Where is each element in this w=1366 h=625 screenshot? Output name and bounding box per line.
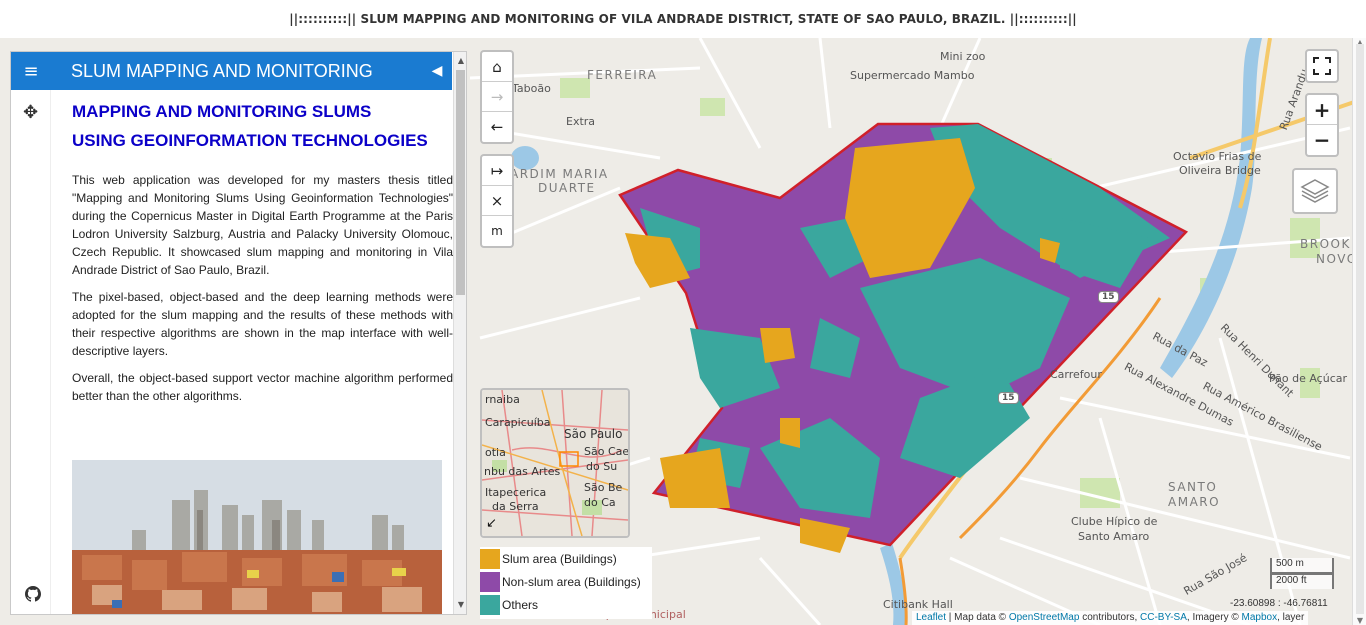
github-icon[interactable] (25, 586, 41, 602)
zoom-out-button[interactable]: − (1307, 125, 1337, 155)
map-label: Mini zoo (940, 50, 986, 63)
fullscreen-control (1305, 49, 1339, 83)
leaflet-link[interactable]: Leaflet (916, 612, 946, 623)
minimap-label: do Su (586, 460, 618, 473)
layers-icon (1300, 179, 1330, 203)
legend-label: Slum area (Buildings) (502, 551, 617, 566)
clear-icon[interactable]: × (482, 186, 512, 216)
map-label: Taboão (512, 82, 551, 95)
measure-distance-icon[interactable]: ↦ (482, 156, 512, 186)
legend-swatch (480, 594, 500, 615)
scroll-down-icon[interactable]: ▼ (1353, 616, 1366, 625)
map-label: Extra (566, 115, 596, 128)
scrollbar-thumb[interactable] (456, 70, 465, 295)
attribution-text: , layer (1277, 612, 1305, 623)
legend-item: Slum area (Buildings) (480, 547, 652, 570)
scale-metric: 500 m (1270, 558, 1334, 574)
unit-m-icon[interactable]: m (482, 216, 512, 246)
legend-item: Non-slum area (Buildings) (480, 570, 652, 593)
minimap-label: Carapicuíba (485, 416, 551, 429)
scroll-down-icon[interactable]: ▼ (454, 598, 466, 612)
osm-link[interactable]: OpenStreetMap (1009, 612, 1080, 623)
slum-photo (72, 460, 442, 614)
measure-controls: ↦ × m (480, 154, 514, 248)
scroll-up-icon[interactable]: ▲ (454, 54, 466, 68)
route-shield: 15 (998, 392, 1019, 404)
page-scrollbar-thumb[interactable] (1356, 44, 1364, 614)
minimap-label: São Paulo (564, 427, 623, 441)
caret-left-icon[interactable]: ◀ (422, 63, 452, 79)
legend-item: Others (480, 593, 652, 616)
page-title: ||::::::::::|| SLUM MAPPING AND MONITORI… (0, 0, 1366, 38)
map-label: DUARTE (538, 181, 596, 195)
page-scrollbar[interactable]: ▲ ▼ (1352, 38, 1366, 625)
legend-label: Non-slum area (Buildings) (502, 574, 641, 589)
minimap[interactable]: rnaiba Carapicuíba São Paulo otia São Ca… (480, 388, 630, 538)
minimap-label: São Be (584, 481, 623, 494)
hamburger-icon[interactable]: ≡ (11, 52, 51, 90)
zoom-control: + − (1305, 93, 1339, 157)
map-label: Carrefour (1050, 368, 1102, 381)
map-label: Clube Hípico de (1071, 515, 1158, 528)
history-controls: ⌂ → ← (480, 50, 514, 144)
minimap-label: do Ca (584, 496, 616, 509)
minimap-label: rnaiba (485, 393, 520, 406)
map-label: Supermercado Mambo (850, 69, 975, 82)
map-label: FERREIRA (587, 68, 658, 82)
minimap-collapse-icon[interactable]: ↙ (486, 516, 497, 531)
attribution-text: , Imagery © (1186, 612, 1242, 623)
zoom-in-button[interactable]: + (1307, 95, 1337, 125)
minimap-label: otia (485, 446, 506, 459)
home-icon[interactable]: ⌂ (482, 52, 512, 82)
sidebar-panel: ≡ SLUM MAPPING AND MONITORING ◀ ✥ MAPPIN… (10, 51, 467, 615)
map-label: Oliveira Bridge (1179, 164, 1261, 177)
content-paragraph: The pixel-based, object-based and the de… (72, 290, 453, 358)
content-heading: MAPPING AND MONITORING SLUMS (72, 102, 372, 121)
map-label: AMARO (1168, 495, 1221, 509)
minimap-label: Itapecerica (485, 486, 547, 499)
scale-imperial: 2000 ft (1270, 573, 1334, 589)
route-shield: 15 (1098, 291, 1119, 303)
license-link[interactable]: CC-BY-SA (1140, 612, 1187, 623)
sidebar-content: MAPPING AND MONITORING SLUMS USING GEOIN… (72, 97, 453, 405)
fullscreen-icon[interactable] (1307, 51, 1337, 81)
attribution-text: contributors, (1079, 612, 1141, 623)
map-label: ARDIM MARIA (510, 167, 609, 181)
scale-bar: 500 m 2000 ft (1270, 558, 1334, 589)
move-arrows-icon[interactable]: ✥ (23, 102, 38, 123)
map-label: Octavio Frias de (1173, 150, 1262, 163)
content-paragraph: This web application was developed for m… (72, 173, 453, 277)
map-label: Santo Amaro (1078, 530, 1150, 543)
arrow-right-icon[interactable]: → (482, 82, 512, 112)
map-attribution: Leaflet | Map data © OpenStreetMap contr… (912, 611, 1309, 625)
map-legend: Slum area (Buildings) Non-slum area (Bui… (480, 547, 652, 619)
legend-label: Others (502, 597, 539, 612)
map-label: SANTO (1168, 480, 1218, 494)
minimap-label: da Serra (492, 500, 539, 513)
content-paragraph: Overall, the object-based support vector… (72, 371, 453, 403)
sidebar-tabs (11, 52, 51, 614)
minimap-label: nbu das Artes (484, 465, 561, 478)
mouse-coordinates: -23.60898 : -46.76811 (1230, 598, 1328, 609)
attribution-text: | Map data © (946, 612, 1009, 623)
minimap-label: São Cae (584, 445, 630, 458)
sidebar-scrollbar[interactable]: ▲ ▼ (453, 52, 466, 614)
map-label: Citibank Hall (883, 598, 953, 611)
map-label: BROOKL (1300, 237, 1360, 251)
sidebar-header: ≡ SLUM MAPPING AND MONITORING ◀ (11, 52, 452, 90)
legend-swatch (480, 548, 500, 569)
sidebar-title: SLUM MAPPING AND MONITORING (71, 60, 373, 81)
legend-swatch (480, 571, 500, 592)
arrow-left-icon[interactable]: ← (482, 112, 512, 142)
content-heading: USING GEOINFORMATION TECHNOLOGIES (72, 131, 428, 150)
mapbox-link[interactable]: Mapbox (1242, 612, 1278, 623)
layers-control[interactable] (1292, 168, 1338, 214)
